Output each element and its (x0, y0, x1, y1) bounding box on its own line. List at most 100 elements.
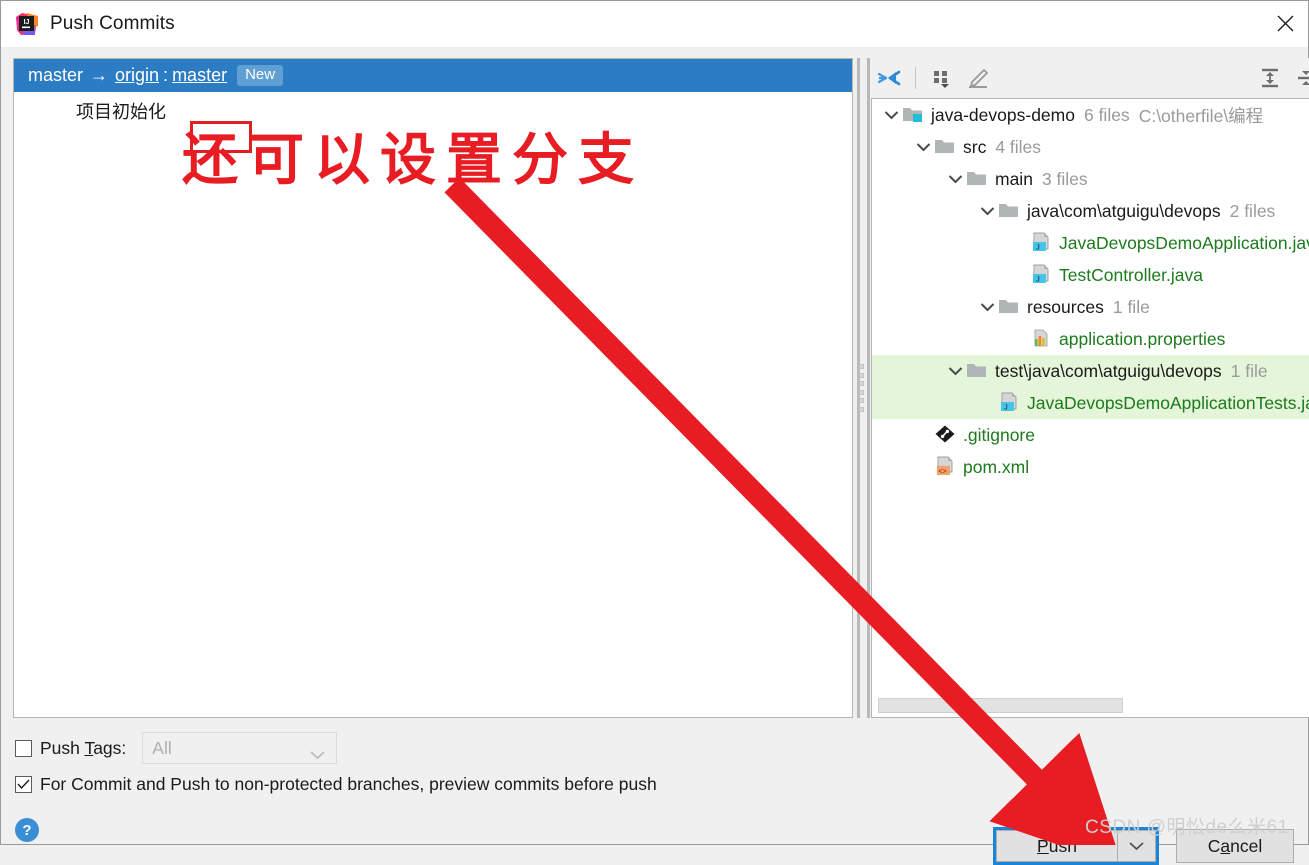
push-spec-row[interactable]: master → origin : master New (14, 59, 852, 92)
tree-node-label: java-devops-demo (931, 104, 1075, 125)
splitter-grip-icon (859, 364, 865, 412)
tree-node-label: TestController.java (1059, 264, 1203, 285)
remote-branch-highlight-box (190, 121, 252, 153)
collapse-icon[interactable] (1288, 62, 1309, 94)
tree-node-label: application.properties (1059, 328, 1226, 349)
tree-node-label: main (995, 168, 1033, 189)
tree-row[interactable]: src 4 files (872, 131, 1309, 163)
tree-node-path: C:\otherfile\编程 (1138, 105, 1264, 126)
tree-row[interactable]: application.properties (872, 323, 1309, 355)
git-file-icon (934, 424, 958, 446)
file-tree-box[interactable]: java-devops-demo 6 files C:\otherfile\编程 sr… (871, 98, 1309, 718)
push-button[interactable]: Push (996, 830, 1118, 862)
commit-message-row[interactable]: 项目初始化 (14, 92, 852, 124)
tree-row[interactable]: <> pom.xml (872, 451, 1309, 483)
dialog-footer: Push Tags: All For Commit and Push to no… (1, 718, 1308, 865)
java-file-icon: J (1030, 264, 1054, 286)
svg-text:IJ: IJ (24, 19, 30, 26)
group-by-icon[interactable] (924, 62, 960, 94)
cancel-button[interactable]: Ca ncel (1176, 829, 1294, 863)
module-folder-icon (902, 104, 926, 126)
folder-icon (998, 296, 1022, 318)
spec-separator: : (163, 65, 169, 85)
commit-message: 项目初始化 (76, 102, 166, 122)
preview-commits-row: For Commit and Push to non-protected bra… (15, 767, 1294, 801)
file-tree[interactable]: java-devops-demo 6 files C:\otherfile\编程 sr… (872, 99, 1309, 694)
help-icon[interactable]: ? (15, 818, 39, 842)
folder-icon (998, 200, 1022, 222)
chevron-down-icon[interactable] (944, 366, 966, 376)
new-branch-badge: New (237, 64, 284, 87)
tree-row[interactable]: J JavaDevopsDemoApplicationTests.java (872, 387, 1309, 419)
tree-row[interactable]: resources 1 file (872, 291, 1309, 323)
tree-toolbar (871, 58, 1309, 98)
tree-horizontal-scrollbar[interactable] (872, 694, 1309, 717)
java-file-icon: J (1030, 232, 1054, 254)
commits-list-panel[interactable]: master → origin : master New 项目初始化 (13, 58, 853, 718)
collapse-all-icon[interactable] (871, 62, 907, 94)
svg-text:J: J (1036, 243, 1040, 252)
tree-row[interactable]: java-devops-demo 6 files C:\otherfile\编程 (872, 99, 1309, 131)
intellij-idea-icon: IJ (16, 12, 38, 35)
preview-commits-label: For Commit and Push to non-protected bra… (40, 773, 657, 794)
chevron-down-icon[interactable] (912, 142, 934, 152)
window-title: Push Commits (50, 12, 175, 34)
tree-node-label: src (963, 136, 987, 157)
tree-node-label: JavaDevopsDemoApplicationTests.java (1027, 392, 1309, 413)
tree-node-file-count: 2 files (1229, 200, 1276, 221)
remote-link[interactable]: origin (115, 65, 159, 86)
chevron-down-icon[interactable] (944, 174, 966, 184)
push-tags-checkbox[interactable] (15, 739, 32, 757)
tree-node-file-count: 6 files (1083, 104, 1130, 125)
tree-node-label: test\java\com\atguigu\devops (995, 360, 1222, 381)
remote-branch-link[interactable]: master (172, 65, 227, 86)
push-dropdown-button[interactable] (1118, 830, 1156, 862)
tree-row[interactable]: java\com\atguigu\devops 2 files (872, 195, 1309, 227)
properties-file-icon (1030, 328, 1054, 350)
dialog-buttons: Push Ca ncel (993, 827, 1294, 865)
push-tags-label: Push Tags: (40, 737, 127, 758)
tree-node-label: java\com\atguigu\devops (1027, 200, 1221, 221)
java-file-icon: J (998, 392, 1022, 414)
local-branch-label: master (28, 65, 84, 85)
tree-node-label: resources (1027, 296, 1104, 317)
tree-row[interactable]: J TestController.java (872, 259, 1309, 291)
toolbar-divider (915, 67, 916, 89)
push-tags-combo-value: All (152, 737, 172, 758)
tree-node-label: JavaDevopsDemoApplication.java (1059, 232, 1309, 253)
scrollbar-thumb[interactable] (878, 698, 1123, 713)
push-tags-row: Push Tags: All (15, 732, 1294, 764)
pane-splitter[interactable] (853, 58, 871, 718)
chevron-down-icon (310, 744, 325, 765)
close-button[interactable] (1262, 1, 1308, 46)
chevron-down-icon[interactable] (976, 302, 998, 312)
tree-node-file-count: 1 file (1112, 296, 1150, 317)
svg-text:<>: <> (938, 468, 946, 476)
edit-icon[interactable] (960, 62, 996, 94)
arrow-icon: → (90, 65, 109, 85)
folder-icon (966, 360, 990, 382)
tree-node-file-count: 3 files (1041, 168, 1088, 189)
tree-row[interactable]: test\java\com\atguigu\devops 1 file (872, 355, 1309, 387)
dialog-content: master → origin : master New 项目初始化 java-… (1, 47, 1309, 718)
folder-icon (934, 136, 958, 158)
folder-icon (966, 168, 990, 190)
chevron-down-icon[interactable] (880, 110, 902, 120)
expand-all-icon[interactable] (1252, 62, 1288, 94)
push-commits-dialog: IJ Push Commits master → origin : master… (0, 0, 1309, 865)
preview-commits-checkbox[interactable] (15, 775, 32, 793)
chevron-down-icon[interactable] (976, 206, 998, 216)
tree-row[interactable]: .gitignore (872, 419, 1309, 451)
tree-node-file-count: 4 files (995, 136, 1042, 157)
svg-text:J: J (1004, 403, 1008, 412)
push-tags-combo[interactable]: All (142, 732, 338, 765)
tree-row[interactable]: J JavaDevopsDemoApplication.java (872, 227, 1309, 259)
tree-node-label: pom.xml (963, 456, 1030, 477)
changed-files-panel: java-devops-demo 6 files C:\otherfile\编程 sr… (871, 58, 1309, 718)
splitter-line-right (867, 58, 870, 718)
svg-text:J: J (1036, 275, 1040, 284)
tree-node-label: .gitignore (963, 424, 1035, 445)
tree-row[interactable]: main 3 files (872, 163, 1309, 195)
tree-node-file-count: 1 file (1230, 360, 1268, 381)
xml-file-icon: <> (934, 456, 958, 478)
